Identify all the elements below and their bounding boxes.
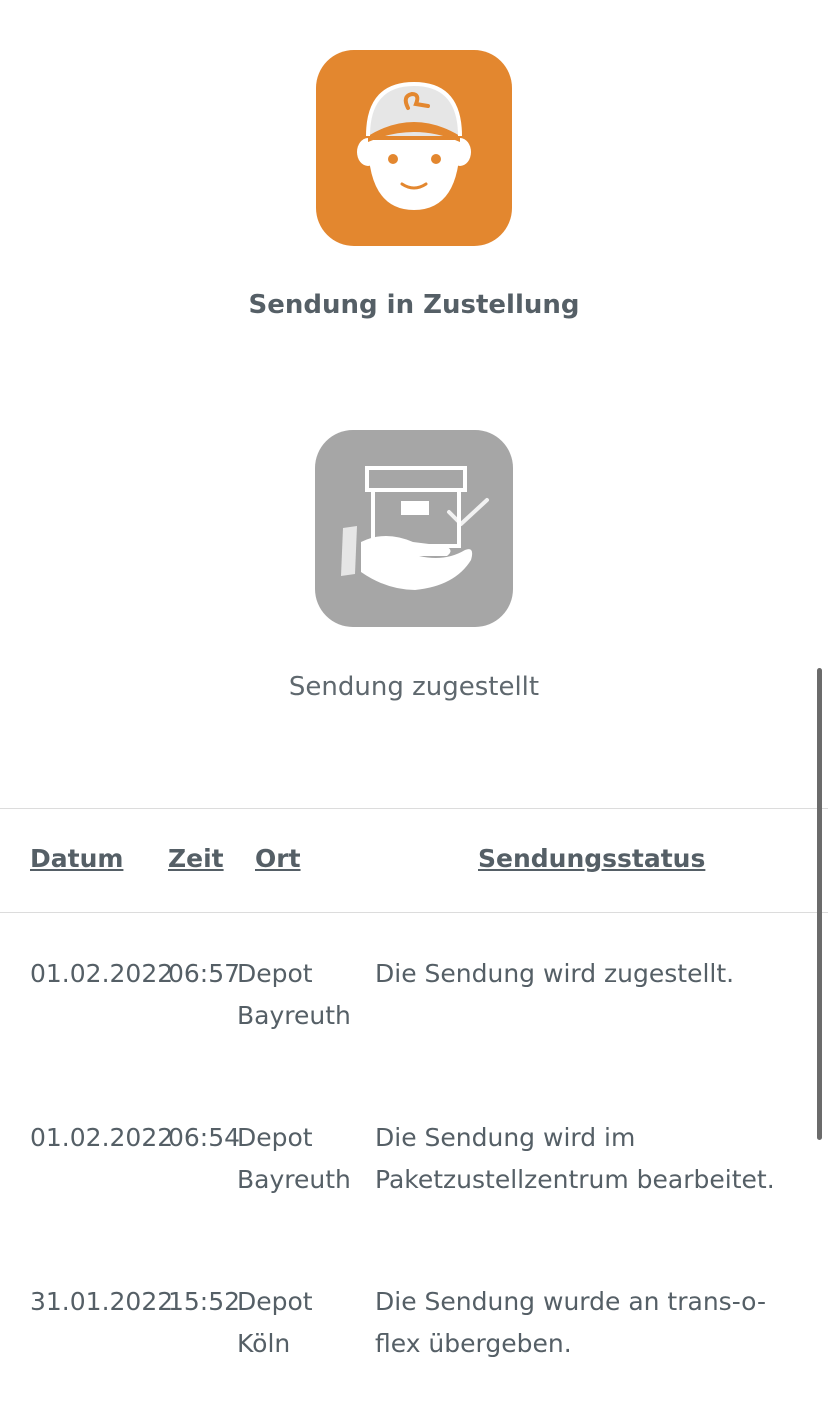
delivery-man-icon bbox=[316, 50, 512, 246]
vertical-scrollbar[interactable] bbox=[817, 668, 822, 1140]
row-location-line2: Köln bbox=[237, 1329, 291, 1358]
row-location-line1: Depot bbox=[237, 1123, 313, 1152]
row-time: 15:52 bbox=[168, 1287, 241, 1316]
row-status-line1: Die Sendung wird zugestellt. bbox=[375, 959, 735, 988]
row-date: 01.02.2022 bbox=[30, 1123, 174, 1152]
row-date: 31.01.2022 bbox=[30, 1287, 174, 1316]
row-status-line1: Die Sendung wurde an trans-o- bbox=[375, 1287, 766, 1316]
row-time: 06:54 bbox=[168, 1123, 241, 1152]
row-location-line2: Bayreuth bbox=[237, 1001, 351, 1030]
column-header-location[interactable]: Ort bbox=[255, 844, 301, 873]
column-header-date[interactable]: Datum bbox=[30, 844, 123, 873]
column-header-status[interactable]: Sendungsstatus bbox=[478, 844, 705, 873]
row-date: 01.02.2022 bbox=[30, 959, 174, 988]
row-time: 06:57 bbox=[168, 959, 241, 988]
table-top-divider bbox=[0, 808, 828, 809]
row-location-line2: Bayreuth bbox=[237, 1165, 351, 1194]
table-header-divider bbox=[0, 912, 828, 913]
tracking-page: Sendung in Zustellung Sendung zugestellt… bbox=[0, 0, 828, 1406]
status-step-label-delivered: Sendung zugestellt bbox=[288, 672, 540, 702]
row-status-line1: Die Sendung wird im bbox=[375, 1123, 636, 1152]
row-location-line1: Depot bbox=[237, 959, 313, 988]
status-step-label-in-delivery: Sendung in Zustellung bbox=[248, 290, 580, 320]
row-status-line2: Paketzustellzentrum bearbeitet. bbox=[375, 1165, 775, 1194]
column-header-time[interactable]: Zeit bbox=[168, 844, 224, 873]
package-delivered-hand-icon bbox=[315, 430, 513, 627]
row-status-line2: flex übergeben. bbox=[375, 1329, 572, 1358]
row-location-line1: Depot bbox=[237, 1287, 313, 1316]
